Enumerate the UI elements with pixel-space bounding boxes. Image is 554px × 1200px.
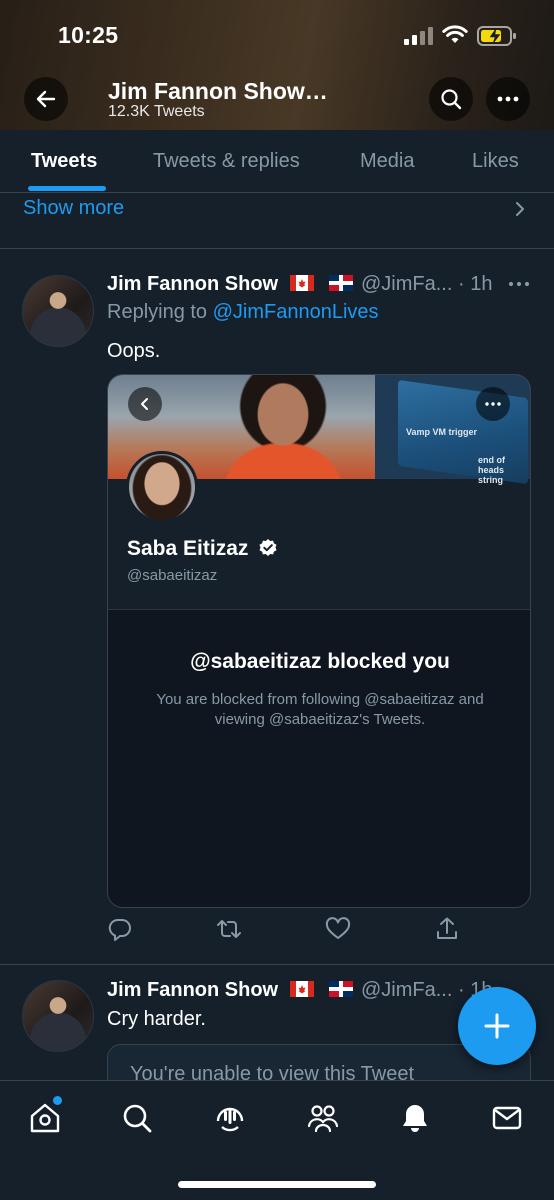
more-options-button[interactable] <box>486 77 530 121</box>
tweet-time: · 1h <box>457 273 493 295</box>
bottom-nav <box>0 1080 554 1200</box>
retweet-icon[interactable] <box>216 916 242 942</box>
verified-badge-icon <box>259 539 277 556</box>
communities-icon[interactable] <box>306 1101 340 1135</box>
author-name-text: Jim Fannon Show <box>107 273 279 295</box>
blocked-description: You are blocked from following @sabaeiti… <box>156 691 484 728</box>
author-handle: @JimFa... <box>361 979 453 1001</box>
share-icon[interactable] <box>434 916 460 942</box>
tab-tweets-and-replies[interactable]: Tweets & replies <box>153 150 300 173</box>
author-name[interactable]: Jim Fannon Show <box>107 979 354 1002</box>
profile-avatar[interactable] <box>126 451 198 523</box>
canada-flag-icon <box>289 981 314 997</box>
compose-tweet-button[interactable] <box>458 987 536 1065</box>
home-indicator <box>178 1181 376 1188</box>
more-dots-icon <box>497 96 519 102</box>
replying-prefix: Replying to <box>107 301 208 323</box>
blocked-title: @sabaeitizaz blocked you <box>190 650 450 673</box>
tweet-count: 12.3K Tweets <box>108 103 205 120</box>
chevron-left-icon <box>141 398 148 410</box>
status-time: 10:25 <box>58 22 119 48</box>
back-arrow-icon <box>36 90 56 108</box>
spaces-icon[interactable] <box>213 1101 247 1135</box>
notifications-bell-icon[interactable] <box>398 1101 432 1135</box>
author-handle-time: @JimFa... · 1h <box>361 273 492 296</box>
wifi-icon <box>442 25 468 43</box>
home-notification-dot <box>53 1096 62 1105</box>
author-avatar[interactable] <box>22 980 94 1052</box>
tweet-more-icon[interactable] <box>508 280 530 288</box>
card-back-button[interactable] <box>128 387 162 421</box>
profile-title: Jim Fannon Show… <box>108 78 328 104</box>
more-dots-icon <box>485 402 501 406</box>
profile-name-text: Saba Eitizaz <box>127 537 249 560</box>
tab-media[interactable]: Media <box>360 150 414 173</box>
home-icon[interactable] <box>28 1101 62 1135</box>
reply-icon[interactable] <box>107 916 133 942</box>
replying-to-link[interactable]: @JimFannonLives <box>213 301 379 323</box>
battery-charging-icon <box>477 26 516 46</box>
plus-icon <box>484 1013 510 1039</box>
banner-person-image <box>198 375 368 479</box>
show-more-row[interactable]: Show more <box>0 193 554 249</box>
embedded-profile-card[interactable]: Vamp VM trigger end of heads string Saba… <box>107 374 531 908</box>
banner-tag: Vamp VM trigger <box>406 427 478 437</box>
chevron-right-icon <box>516 202 524 216</box>
blocked-notice: @sabaeitizaz blocked you You are blocked… <box>108 610 530 907</box>
header-nav: Jim Fannon Show… 12.3K Tweets <box>0 74 554 124</box>
search-button[interactable] <box>429 77 473 121</box>
search-icon <box>441 89 462 110</box>
search-icon[interactable] <box>120 1101 154 1135</box>
back-button[interactable] <box>24 77 68 121</box>
banner-tag: end of heads string <box>478 455 505 485</box>
dominican-republic-flag-icon <box>329 981 354 997</box>
dominican-republic-flag-icon <box>329 275 354 291</box>
profile-name: Saba Eitizaz <box>127 537 278 561</box>
profile-tabs: Tweets Tweets & replies Media Likes <box>0 130 554 193</box>
tweet-text: Cry harder. <box>107 1008 206 1030</box>
author-handle: @JimFa... <box>361 273 453 295</box>
replying-to: Replying to @JimFannonLives <box>107 301 379 324</box>
author-name-text: Jim Fannon Show <box>107 979 279 1001</box>
cellular-signal-icon <box>404 27 433 45</box>
tab-likes[interactable]: Likes <box>472 150 519 173</box>
tab-tweets[interactable]: Tweets <box>31 150 97 173</box>
canada-flag-icon <box>289 275 314 291</box>
card-more-button[interactable] <box>476 387 510 421</box>
tweet-divider <box>0 964 554 965</box>
messages-icon[interactable] <box>490 1101 524 1135</box>
profile-handle: @sabaeitizaz <box>127 567 218 584</box>
section-gap <box>0 249 554 261</box>
like-heart-icon[interactable] <box>325 916 351 942</box>
status-bar: 10:25 <box>0 0 554 70</box>
tweet-actions <box>0 916 554 948</box>
active-tab-indicator <box>28 186 106 191</box>
author-name[interactable]: Jim Fannon Show <box>107 273 354 296</box>
author-avatar[interactable] <box>22 275 94 347</box>
tweet-text: Oops. <box>107 340 161 362</box>
show-more-link[interactable]: Show more <box>23 197 124 220</box>
